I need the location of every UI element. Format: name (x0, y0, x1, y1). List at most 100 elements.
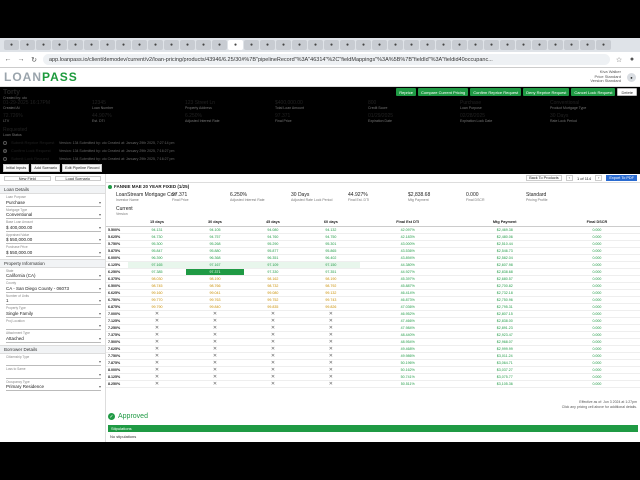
pricing-cell[interactable]: 97.351 (301, 268, 360, 276)
browser-tab[interactable]: ● (500, 40, 515, 50)
browser-tab[interactable]: ● (132, 40, 147, 50)
browser-tab[interactable]: ● (452, 40, 467, 50)
sidebar-field[interactable]: Proj Location ▾ (0, 318, 105, 330)
pricing-cell[interactable]: ✕ (301, 331, 360, 339)
sidebar-field[interactable]: County CA - San Diego County - 06073 ▾ (0, 280, 105, 293)
browser-tab[interactable]: ● (196, 40, 211, 50)
pricing-cell[interactable]: 94.757 (185, 233, 244, 241)
subtab[interactable]: Initial Inputs (3, 164, 30, 172)
browser-tab[interactable]: ● (372, 40, 387, 50)
pricing-cell[interactable]: ✕ (301, 338, 360, 346)
pricing-cell[interactable]: 94.750 (301, 233, 360, 241)
pricing-cell[interactable]: ✕ (128, 366, 186, 374)
browser-tab[interactable]: ● (244, 40, 259, 50)
next-page-button[interactable]: › (595, 175, 603, 181)
pricing-cell[interactable]: 97.109 (243, 261, 302, 269)
profile-icon[interactable]: ● (628, 56, 636, 63)
browser-tab[interactable]: ● (164, 40, 179, 50)
prev-page-button[interactable]: ‹ (565, 175, 573, 181)
pricing-cell[interactable]: 95.290 (243, 240, 302, 248)
pricing-cell[interactable]: 99.080 (243, 289, 302, 297)
pricing-cell[interactable]: ✕ (301, 345, 360, 353)
pricing-cell[interactable]: ✕ (243, 331, 302, 339)
sidebar-field[interactable]: Purchase Price $ 550,000.00 ▾ (0, 244, 105, 257)
pricing-cell[interactable]: ✕ (185, 359, 244, 367)
browser-tab[interactable]: ● (84, 40, 99, 50)
pricing-cell[interactable]: 97.330 (243, 268, 302, 276)
pricing-cell[interactable]: 97.385 (128, 268, 186, 276)
pricing-cell[interactable]: ✕ (243, 345, 302, 353)
pricing-cell[interactable]: 94.132 (301, 226, 360, 234)
sidebar-field[interactable]: Property Type Single Family ▾ (0, 305, 105, 318)
pricing-cell[interactable]: ✕ (301, 317, 360, 325)
browser-tab[interactable]: ● (52, 40, 67, 50)
browser-tab[interactable]: ● (436, 40, 451, 50)
export-pdf-button[interactable]: Export To PDF (606, 175, 637, 181)
pricing-cell[interactable]: ✕ (243, 324, 302, 332)
browser-tab[interactable]: ● (68, 40, 83, 50)
pricing-cell[interactable]: ✕ (185, 345, 244, 353)
pricing-cell[interactable]: ✕ (243, 380, 302, 388)
pricing-cell[interactable]: ✕ (185, 317, 244, 325)
pricing-cell[interactable]: 94.131 (128, 226, 186, 234)
pricing-cell[interactable]: 98.030 (128, 275, 186, 283)
browser-tab[interactable]: ● (20, 40, 35, 50)
browser-tab[interactable]: ● (292, 40, 307, 50)
sidebar-field[interactable]: State California (CA) ▾ (0, 268, 105, 280)
pricing-cell[interactable]: 98.732 (243, 282, 302, 290)
browser-tab[interactable]: ● (340, 40, 355, 50)
browser-tab[interactable]: ● (260, 40, 275, 50)
pricing-cell[interactable]: ✕ (301, 324, 360, 332)
pricing-cell[interactable]: 94.760 (243, 233, 302, 241)
sidebar-field[interactable]: Loss to Same ▾ (0, 366, 105, 379)
loanpass-logo[interactable]: LOANPASS (4, 70, 78, 84)
pricing-cell[interactable]: 94.730 (128, 233, 186, 241)
pricing-cell[interactable]: ✕ (243, 352, 302, 360)
browser-tab[interactable]: ● (580, 40, 595, 50)
action-button-confirm-reprice-request[interactable]: Confirm Reprice Request (470, 88, 522, 96)
pricing-cell[interactable]: ✕ (185, 310, 244, 318)
browser-tab[interactable]: ● (308, 40, 323, 50)
browser-tab[interactable]: ● (404, 40, 419, 50)
pricing-cell[interactable]: ✕ (301, 373, 360, 381)
browser-tab[interactable]: ● (548, 40, 563, 50)
pricing-cell[interactable]: ✕ (243, 317, 302, 325)
pricing-cell[interactable]: ✕ (185, 352, 244, 360)
request-item[interactable]: Submit Reprice Request Version: 134 Submi… (3, 139, 174, 147)
pricing-cell[interactable]: 94.105 (185, 226, 244, 234)
pricing-cell[interactable]: 95.880 (185, 247, 244, 255)
request-item[interactable]: Confirm Lock Request Version: 134 Submitt… (3, 147, 174, 155)
property-info-section[interactable]: Property Information (0, 258, 105, 268)
pricing-cell[interactable]: ✕ (243, 373, 302, 381)
pricing-cell[interactable]: 95.847 (128, 247, 186, 255)
pricing-cell[interactable]: ✕ (301, 352, 360, 360)
pricing-cell[interactable]: 95.268 (185, 240, 244, 248)
pricing-cell[interactable]: 99.840 (185, 303, 244, 311)
pricing-cell[interactable]: ✕ (301, 359, 360, 367)
subtab[interactable]: Add Scenario (31, 164, 61, 172)
pricing-cell[interactable]: 95.865 (301, 247, 360, 255)
pricing-cell[interactable]: 94.080 (243, 226, 302, 234)
pricing-cell[interactable]: ✕ (185, 338, 244, 346)
pricing-cell[interactable]: 95.300 (128, 240, 186, 248)
browser-tab[interactable]: ● (596, 40, 611, 50)
pricing-cell[interactable]: ✕ (243, 366, 302, 374)
pricing-cell[interactable]: ✕ (128, 380, 186, 388)
new-field-button[interactable]: New Field (4, 176, 51, 181)
pricing-cell[interactable]: 99.132 (301, 289, 360, 297)
pricing-cell[interactable]: ✕ (301, 380, 360, 388)
pricing-cell[interactable]: 97.167 (185, 261, 244, 269)
sidebar-field[interactable]: Attachment Type Attached ▾ (0, 330, 105, 343)
action-button-cancel-lock-request[interactable]: Cancel Lock Request (571, 88, 616, 96)
pricing-cell[interactable]: ✕ (128, 345, 186, 353)
pricing-cell[interactable]: ✕ (185, 380, 244, 388)
browser-tab[interactable]: ● (212, 40, 227, 50)
sidebar-field[interactable]: Base Loan Amount $ 400,000.00 ▾ (0, 219, 105, 232)
pricing-cell[interactable]: 95.301 (301, 240, 360, 248)
pricing-cell[interactable]: ✕ (243, 338, 302, 346)
pricing-cell[interactable]: ✕ (185, 324, 244, 332)
pricing-cell[interactable]: ✕ (185, 331, 244, 339)
pricing-cell[interactable]: 98.766 (185, 282, 244, 290)
browser-tab[interactable]: ● (180, 40, 195, 50)
star-icon[interactable]: ☆ (615, 56, 623, 64)
